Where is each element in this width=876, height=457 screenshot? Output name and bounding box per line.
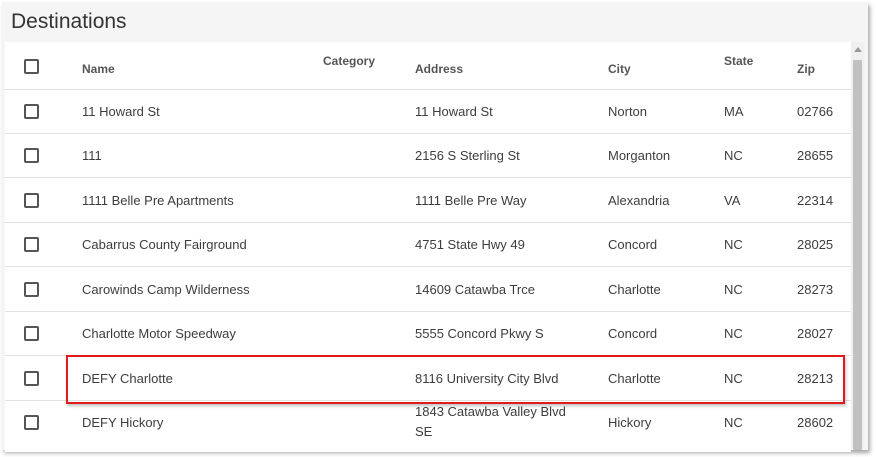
table-row[interactable]: 1111 Belle Pre Apartments 1111 Belle Pre…: [5, 179, 851, 223]
row-state: NC: [724, 148, 743, 163]
row-checkbox[interactable]: [24, 193, 39, 208]
table-row[interactable]: DEFY Hickory 1843 Catawba Valley Blvd SE…: [5, 401, 851, 452]
page-title: Destinations: [11, 10, 127, 33]
row-checkbox[interactable]: [24, 371, 39, 386]
row-checkbox[interactable]: [24, 104, 39, 119]
column-header-category[interactable]: Category: [323, 54, 375, 68]
row-checkbox[interactable]: [24, 237, 39, 252]
row-city: Concord: [608, 326, 658, 341]
row-state: NC: [724, 237, 743, 252]
row-city: Alexandria: [608, 193, 670, 208]
scroll-up-arrow-icon[interactable]: [854, 47, 862, 52]
row-address: 1111 Belle Pre Way: [415, 193, 527, 208]
row-state: MA: [724, 104, 744, 119]
row-state: NC: [724, 282, 743, 297]
row-address: 14609 Catawba Trce: [415, 282, 535, 297]
column-header-name[interactable]: Name: [82, 62, 115, 76]
row-checkbox[interactable]: [24, 148, 39, 163]
row-name: 11 Howard St: [82, 104, 160, 119]
row-zip: 28025: [797, 237, 834, 252]
row-address: 11 Howard St: [415, 104, 493, 119]
row-address: 2156 S Sterling St: [415, 148, 520, 163]
row-zip: 28602: [797, 415, 834, 430]
row-name: Charlotte Motor Speedway: [82, 326, 236, 341]
row-checkbox[interactable]: [24, 415, 39, 430]
row-city: Morganton: [608, 148, 671, 163]
row-zip: 22314: [797, 193, 834, 208]
column-header-state[interactable]: State: [724, 54, 753, 68]
row-address: 1843 Catawba Valley Blvd SE: [415, 404, 566, 439]
table-header-row: Name Category Address City State Zip: [5, 42, 851, 90]
row-city: Norton: [608, 104, 648, 119]
row-name: 1111 Belle Pre Apartments: [82, 193, 234, 208]
table-row[interactable]: 11 Howard St 11 Howard St Norton MA 0276…: [5, 90, 851, 134]
row-state: VA: [724, 193, 741, 208]
row-zip: 28655: [797, 148, 834, 163]
row-checkbox[interactable]: [24, 326, 39, 341]
row-state: NC: [724, 326, 743, 341]
row-name: 111: [82, 148, 102, 163]
row-zip: 02766: [797, 104, 834, 119]
vertical-scrollbar[interactable]: [851, 42, 864, 450]
row-zip: 28273: [797, 282, 834, 297]
row-address: 5555 Concord Pkwy S: [415, 326, 544, 341]
row-address: 4751 State Hwy 49: [415, 237, 525, 252]
row-checkbox[interactable]: [24, 282, 39, 297]
table-row[interactable]: Charlotte Motor Speedway 5555 Concord Pk…: [5, 312, 851, 356]
row-city: Charlotte: [608, 282, 661, 297]
scrollbar-thumb[interactable]: [853, 60, 862, 450]
select-all-checkbox[interactable]: [24, 59, 39, 74]
row-name: Carowinds Camp Wilderness: [82, 282, 250, 297]
column-header-city[interactable]: City: [608, 62, 631, 76]
table-row[interactable]: 111 2156 S Sterling St Morganton NC 2865…: [5, 134, 851, 178]
column-header-address[interactable]: Address: [415, 62, 463, 76]
row-name: DEFY Hickory: [82, 415, 164, 430]
row-city: Concord: [608, 237, 658, 252]
column-header-zip[interactable]: Zip: [797, 62, 815, 76]
row-city: Hickory: [608, 415, 652, 430]
table-row[interactable]: Cabarrus County Fairground 4751 State Hw…: [5, 223, 851, 267]
highlight-annotation-box: [66, 355, 845, 404]
row-name: Cabarrus County Fairground: [82, 237, 247, 252]
table-row[interactable]: Carowinds Camp Wilderness 14609 Catawba …: [5, 268, 851, 312]
row-state: NC: [724, 415, 743, 430]
row-zip: 28027: [797, 326, 834, 341]
